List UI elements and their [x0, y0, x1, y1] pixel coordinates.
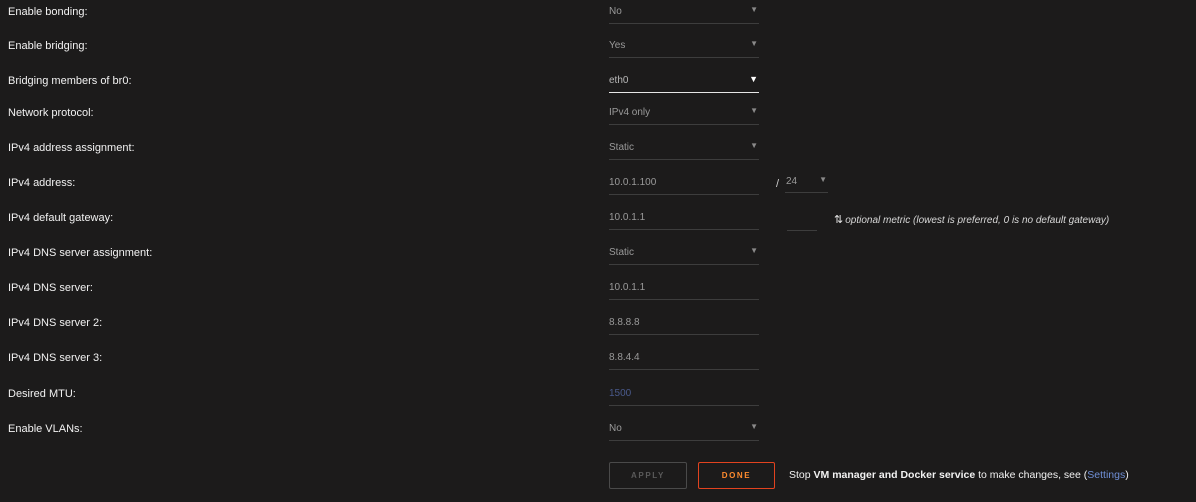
- stop-services-message: Stop VM manager and Docker service to ma…: [789, 469, 1129, 481]
- chevron-down-icon: ▼: [750, 106, 758, 115]
- desired-mtu-label: Desired MTU:: [8, 388, 76, 400]
- ipv4-assignment-label: IPv4 address assignment:: [8, 142, 135, 154]
- enable-bridging-value: Yes: [609, 40, 626, 51]
- ipv4-assignment-value: Static: [609, 142, 635, 153]
- prefix-separator: /: [776, 178, 780, 190]
- row-enable-bridging: Enable bridging: Yes ▼: [0, 36, 1196, 60]
- enable-bonding-value: No: [609, 6, 622, 17]
- dns-server-1-input[interactable]: 10.0.1.1: [609, 278, 759, 300]
- row-enable-vlans: Enable VLANs: No ▼: [0, 419, 1196, 443]
- dns-server-1-value: 10.0.1.1: [609, 282, 646, 293]
- bridging-members-label: Bridging members of br0:: [8, 75, 132, 87]
- dns-assignment-value: Static: [609, 247, 635, 258]
- ipv4-gateway-value: 10.0.1.1: [609, 212, 646, 223]
- enable-bonding-select[interactable]: No ▼: [609, 2, 759, 24]
- enable-bridging-select[interactable]: Yes ▼: [609, 36, 759, 58]
- ipv4-gateway-label: IPv4 default gateway:: [8, 212, 114, 224]
- stop-msg-services: VM manager and Docker service: [813, 469, 976, 481]
- network-protocol-select[interactable]: IPv4 only ▼: [609, 103, 759, 125]
- row-dns-server-3: IPv4 DNS server 3: 8.8.4.4: [0, 348, 1196, 372]
- enable-vlans-label: Enable VLANs:: [8, 423, 83, 435]
- metric-note-text: optional metric (lowest is preferred, 0 …: [845, 215, 1110, 226]
- row-enable-bonding: Enable bonding: No ▼: [0, 2, 1196, 26]
- dns-server-1-label: IPv4 DNS server:: [8, 282, 93, 294]
- enable-bonding-label: Enable bonding:: [8, 6, 88, 18]
- gateway-metric-input[interactable]: [787, 211, 817, 231]
- stop-msg-suffix: ): [1125, 469, 1129, 481]
- row-dns-assignment: IPv4 DNS server assignment: Static ▼: [0, 243, 1196, 267]
- stop-msg-prefix: Stop: [789, 469, 814, 481]
- dns-server-3-input[interactable]: 8.8.4.4: [609, 348, 759, 370]
- network-settings-page: Enable bonding: No ▼ Enable bridging: Ye…: [0, 0, 1196, 502]
- gateway-metric-note: ⇅ optional metric (lowest is preferred, 0…: [834, 213, 1109, 226]
- ipv4-assignment-select[interactable]: Static ▼: [609, 138, 759, 160]
- settings-link[interactable]: Settings: [1087, 469, 1125, 481]
- row-ipv4-assignment: IPv4 address assignment: Static ▼: [0, 138, 1196, 162]
- ipv4-prefix-select[interactable]: 24 ▼: [785, 173, 828, 193]
- chevron-down-icon: ▼: [749, 74, 758, 84]
- chevron-down-icon: ▼: [750, 5, 758, 14]
- bridging-members-select[interactable]: eth0 ▼: [609, 71, 759, 93]
- chevron-down-icon: ▼: [819, 175, 827, 184]
- dns-assignment-label: IPv4 DNS server assignment:: [8, 247, 153, 259]
- dns-server-3-label: IPv4 DNS server 3:: [8, 352, 103, 364]
- row-network-protocol: Network protocol: IPv4 only ▼: [0, 103, 1196, 127]
- row-ipv4-gateway: IPv4 default gateway: 10.0.1.1 ⇅ optional…: [0, 208, 1196, 232]
- dns-server-2-input[interactable]: 8.8.8.8: [609, 313, 759, 335]
- network-protocol-value: IPv4 only: [609, 107, 651, 118]
- bridging-members-value: eth0: [609, 75, 629, 86]
- enable-bridging-label: Enable bridging:: [8, 40, 88, 52]
- desired-mtu-placeholder: 1500: [609, 388, 632, 399]
- dns-assignment-select[interactable]: Static ▼: [609, 243, 759, 265]
- done-button[interactable]: DONE: [698, 462, 775, 489]
- network-protocol-label: Network protocol:: [8, 107, 94, 119]
- ipv4-prefix-value: 24: [786, 176, 798, 187]
- dns-server-2-value: 8.8.8.8: [609, 317, 640, 328]
- chevron-down-icon: ▼: [750, 39, 758, 48]
- dns-server-2-label: IPv4 DNS server 2:: [8, 317, 103, 329]
- chevron-down-icon: ▼: [750, 141, 758, 150]
- apply-button[interactable]: APPLY: [609, 462, 687, 489]
- ipv4-address-input[interactable]: 10.0.1.100: [609, 173, 759, 195]
- dns-server-3-value: 8.8.4.4: [609, 352, 640, 363]
- row-desired-mtu: Desired MTU: 1500: [0, 384, 1196, 408]
- row-ipv4-address: IPv4 address: 10.0.1.100 / 24 ▼: [0, 173, 1196, 197]
- row-bridging-members: Bridging members of br0: eth0 ▼: [0, 71, 1196, 95]
- enable-vlans-select[interactable]: No ▼: [609, 419, 759, 441]
- chevron-down-icon: ▼: [750, 422, 758, 431]
- row-dns-server-1: IPv4 DNS server: 10.0.1.1: [0, 278, 1196, 302]
- row-dns-server-2: IPv4 DNS server 2: 8.8.8.8: [0, 313, 1196, 337]
- desired-mtu-input[interactable]: 1500: [609, 384, 759, 406]
- enable-vlans-value: No: [609, 423, 622, 434]
- ipv4-gateway-input[interactable]: 10.0.1.1: [609, 208, 759, 230]
- sort-arrows-icon: ⇅: [834, 214, 844, 226]
- ipv4-address-label: IPv4 address:: [8, 177, 76, 189]
- chevron-down-icon: ▼: [750, 246, 758, 255]
- stop-msg-middle: to make changes, see (: [975, 469, 1088, 481]
- ipv4-address-value: 10.0.1.100: [609, 177, 657, 188]
